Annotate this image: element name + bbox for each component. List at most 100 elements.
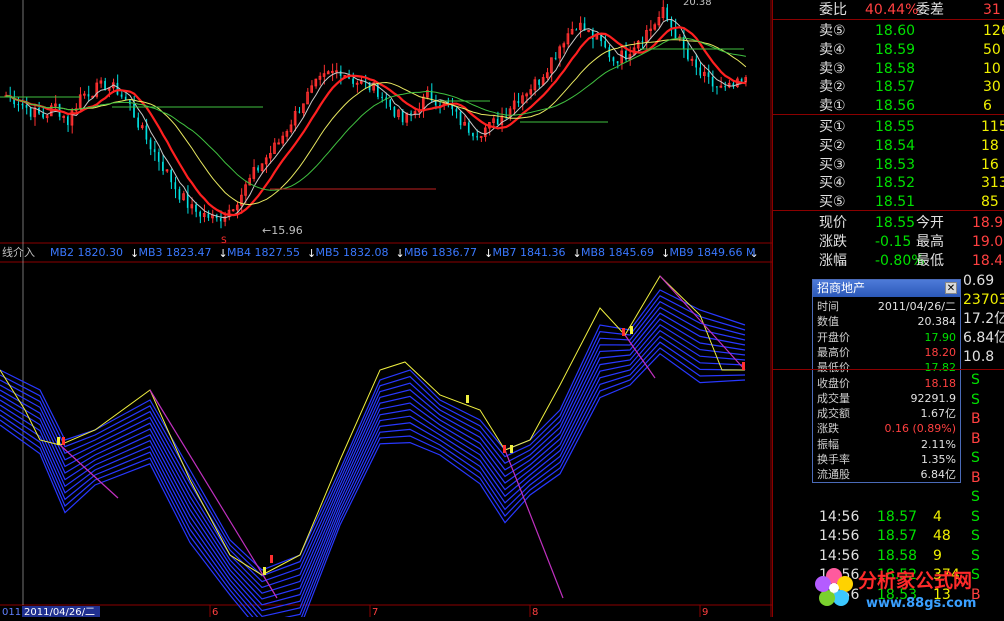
candle-body: [467, 122, 470, 133]
sell-price: 18.57: [875, 79, 916, 96]
sell-row: 卖① 18.56 6: [773, 97, 1004, 115]
popup-title: 招商地产: [817, 281, 866, 295]
close-icon[interactable]: ✕: [945, 282, 957, 294]
sell-price: 18.60: [875, 23, 916, 39]
candle-body: [496, 118, 499, 125]
low-label: ←15.96: [262, 224, 303, 237]
partial-value: 23703: [963, 292, 1004, 308]
flower-icon: [815, 568, 853, 606]
candle-body: [219, 218, 222, 222]
candle-body: [116, 82, 119, 95]
tick-volume: 48: [933, 528, 951, 544]
candle-body: [352, 78, 354, 84]
candle-body: [695, 59, 697, 68]
stat-value: 18.55: [875, 215, 916, 231]
signal-bar: [263, 567, 266, 575]
signal-bar: [270, 555, 273, 563]
popup-row-label: 成交量: [817, 391, 850, 405]
popup-row-value: 1.35%: [921, 453, 956, 466]
mb-label: MB5 1832.08: [316, 246, 389, 259]
site-logo: 分析家公式网 www.88gs.com: [808, 562, 1004, 617]
candle-body: [17, 104, 20, 106]
candle-body: [724, 86, 726, 88]
tick-time: 14:56: [819, 528, 860, 544]
tick-side: S: [971, 372, 980, 388]
candle-body: [83, 93, 86, 96]
signal-bar: [622, 328, 625, 336]
sell-row: 卖④ 18.59 50: [773, 41, 1004, 59]
buy-price: 18.52: [875, 175, 916, 192]
sell-price: 18.56: [875, 98, 916, 115]
mb-label: MB2 1820.30: [50, 246, 123, 259]
popup-row-label: 时间: [817, 300, 839, 313]
partial-value: 10.8: [963, 349, 995, 365]
sell-label: 卖④: [819, 41, 846, 58]
candle-body: [455, 109, 458, 112]
popup-row-value: 92291.9: [910, 391, 957, 405]
month-label: 7: [372, 607, 378, 617]
mb-label: MB3 1823.47: [139, 246, 212, 259]
popup-row-value: 0.16 (0.89%): [884, 422, 956, 436]
panel-separator: [772, 19, 1004, 20]
candle-body: [612, 57, 615, 62]
candle-body: [479, 135, 483, 138]
candle-body: [377, 82, 379, 97]
buy-volume: 313: [981, 175, 1004, 192]
date-left: 011: [2, 607, 21, 617]
candle-body: [145, 125, 148, 140]
panel-separator: [772, 210, 1004, 211]
sell-label: 卖②: [819, 79, 846, 96]
tick-row: 14:56 18.57 48 S: [773, 527, 1004, 545]
candle-body: [199, 211, 201, 217]
popup-row-label: 换手率: [817, 453, 850, 466]
popup-row-label: 振幅: [817, 437, 839, 451]
tick-side: S: [971, 528, 980, 544]
popup-row-label: 开盘价: [817, 330, 850, 344]
candle-body: [666, 7, 668, 20]
candle-body: [740, 78, 743, 82]
kline-chart[interactable]: 20.0019.5019.0018.5018.0017.5017.0016.50…: [0, 0, 772, 617]
signal-bar: [62, 437, 65, 445]
tick-volume: 4: [933, 508, 942, 525]
tick-row: 14:56 18.57 4 S: [773, 508, 1004, 526]
popup-row-value: 1.67亿: [920, 407, 957, 421]
popup-row: 数值 20.384: [813, 314, 960, 330]
mb-label: MB7 1841.36: [493, 246, 566, 259]
chart-area[interactable]: 20.0019.5019.0018.5018.0017.5017.0016.50…: [0, 0, 772, 617]
tick-price: 18.57: [877, 508, 918, 525]
candle-body: [587, 29, 590, 32]
candle-body: [67, 116, 69, 126]
panel-separator: [772, 369, 1004, 370]
candle-body: [129, 100, 131, 104]
candle-body: [554, 57, 557, 59]
stat-label: 现价: [819, 215, 847, 231]
buy-label: 买②: [819, 137, 846, 154]
cursor-date: 2011/04/26/二: [24, 607, 95, 617]
candle-body: [162, 161, 164, 171]
popup-row-value: 18.18: [924, 376, 957, 390]
candle-body: [719, 85, 723, 88]
candle-body: [670, 19, 673, 28]
candle-body: [186, 193, 189, 208]
candle-body: [687, 48, 689, 60]
ribbon-line: [0, 335, 746, 617]
candle-body: [339, 70, 342, 76]
candle-body: [21, 104, 24, 106]
tick-side: B: [971, 469, 981, 486]
tick-side: S: [971, 489, 980, 505]
popup-row-value: 18.20: [924, 345, 957, 359]
candle-body: [707, 72, 710, 77]
candle-body: [298, 111, 301, 113]
popup-title-bar[interactable]: 招商地产 ✕: [813, 280, 960, 297]
candle-body: [25, 105, 28, 108]
candle-body: [178, 189, 181, 200]
buy-label: 买④: [819, 175, 846, 192]
month-label: 8: [532, 607, 538, 617]
tick-time: 14:56: [819, 508, 860, 525]
candle-body: [170, 169, 172, 183]
candle-body: [331, 70, 334, 73]
signal-bar: [742, 362, 745, 370]
partial-value: 6.84亿: [963, 330, 1004, 346]
stat-label: 涨跌: [819, 234, 847, 250]
stock-info-popup[interactable]: 招商地产 ✕ 时间 2011/04/26/二 数值 20.384 开盘价 17.90 最高价…: [812, 279, 961, 483]
